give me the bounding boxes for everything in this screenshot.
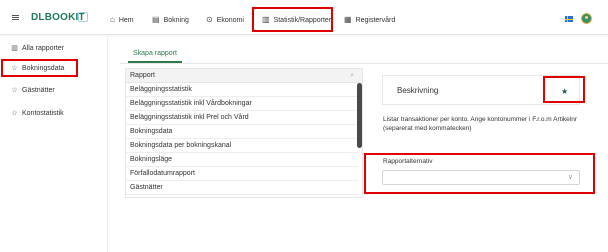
menu-icon[interactable] [12, 15, 19, 20]
star-icon: ☆ [11, 87, 18, 94]
tab-divider [120, 63, 608, 64]
sidebar-item-label: Alla rapporter [22, 44, 65, 52]
nav-home[interactable]: ⌂ Hem [110, 14, 134, 26]
report-list-header: Rapport ⌕ [126, 69, 362, 83]
home-icon: ⌂ [110, 15, 115, 24]
app-logo[interactable]: DLBOOKIT [31, 12, 85, 23]
sidebar-item-all-reports[interactable]: ▥ Alla rapporter [10, 42, 64, 54]
grid-icon: ▦ [344, 15, 352, 24]
avatar[interactable] [581, 13, 592, 24]
nav-booking[interactable]: ▤ Bokning [152, 14, 189, 26]
report-list: Rapport ⌕ Beläggningsstatistik Beläggnin… [125, 68, 363, 198]
sidebar-item-label: Gästnätter [22, 86, 55, 94]
description-text: Listar transaktioner per konto. Ange kon… [383, 116, 578, 132]
list-item[interactable]: Bokningsläge [126, 153, 358, 167]
nav-booking-label: Bokning [163, 16, 189, 24]
logo-badge-icon [78, 12, 88, 22]
report-column-label: Rapport [130, 72, 155, 79]
sidebar-item-account-statistics[interactable]: ☆ Kontostatistik [10, 107, 64, 119]
description-title: Beskrivning [397, 86, 439, 95]
nav-register[interactable]: ▦ Registervård [344, 14, 395, 26]
report-list-scrollbar[interactable] [357, 83, 362, 148]
nav-home-label: Hem [118, 16, 134, 24]
list-item[interactable]: Bokningsdata [126, 125, 358, 139]
highlight-nav-statistics [252, 7, 333, 32]
list-item[interactable]: Förfallodatumrapport [126, 167, 358, 181]
star-icon: ☆ [11, 110, 18, 117]
calendar-icon: ▤ [152, 15, 160, 24]
nav-register-label: Registervård [355, 16, 396, 24]
highlight-favorite-star [543, 76, 585, 103]
nav-economy-label: Ekonomi [216, 16, 244, 24]
tab-create-report[interactable]: Skapa rapport [128, 45, 182, 63]
list-item[interactable]: Gästnätter [126, 181, 358, 195]
list-item[interactable]: Beläggningsstatistik inkl Prel och Vård [126, 111, 358, 125]
swedish-flag-icon[interactable] [565, 16, 573, 22]
chart-icon: ▥ [11, 45, 18, 52]
highlight-report-options [364, 153, 595, 194]
sidebar-item-label: Kontostatistik [22, 109, 64, 117]
nav-economy[interactable]: ⊙ Ekonomi [206, 14, 244, 26]
list-item[interactable]: Beläggningsstatistik [126, 83, 358, 97]
coin-icon: ⊙ [206, 15, 213, 24]
search-icon[interactable]: ⌕ [350, 72, 354, 80]
list-item[interactable]: Bokningsdata per bokningskanal [126, 139, 358, 153]
sidebar-item-guest-nights[interactable]: ☆ Gästnätter [10, 84, 55, 96]
list-item[interactable]: Beläggningsstatistik inkl Vårdbokningar [126, 97, 358, 111]
highlight-booking-data [1, 59, 78, 77]
